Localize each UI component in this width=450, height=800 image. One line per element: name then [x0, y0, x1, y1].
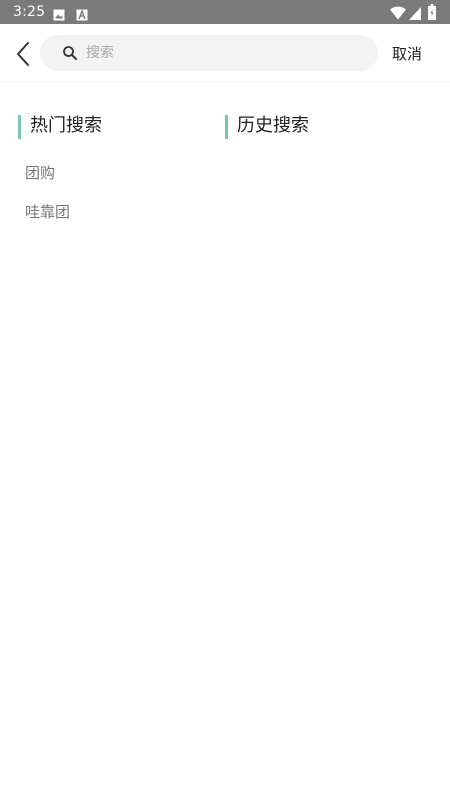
- chevron-left-icon: [17, 42, 29, 66]
- a-icon: [76, 6, 88, 21]
- section-accent-bar: [225, 115, 228, 139]
- battery-icon: [428, 4, 436, 20]
- status-bar: 3:25: [0, 0, 450, 24]
- search-icon: [62, 45, 78, 61]
- hot-search-item[interactable]: 哇靠团: [25, 202, 70, 222]
- hot-search-item[interactable]: 团购: [25, 163, 55, 183]
- back-button[interactable]: [10, 39, 38, 69]
- photo-icon: [53, 6, 65, 21]
- hot-search-title: 热门搜索: [30, 115, 102, 136]
- wifi-icon: [390, 5, 406, 20]
- history-search-title: 历史搜索: [237, 115, 309, 136]
- search-input[interactable]: [86, 39, 356, 67]
- section-accent-bar: [18, 115, 21, 139]
- status-time: 3:25: [13, 4, 46, 20]
- search-header: 取消: [0, 24, 450, 82]
- search-box[interactable]: [40, 35, 378, 71]
- signal-icon: [409, 5, 421, 20]
- cancel-button[interactable]: 取消: [392, 44, 422, 64]
